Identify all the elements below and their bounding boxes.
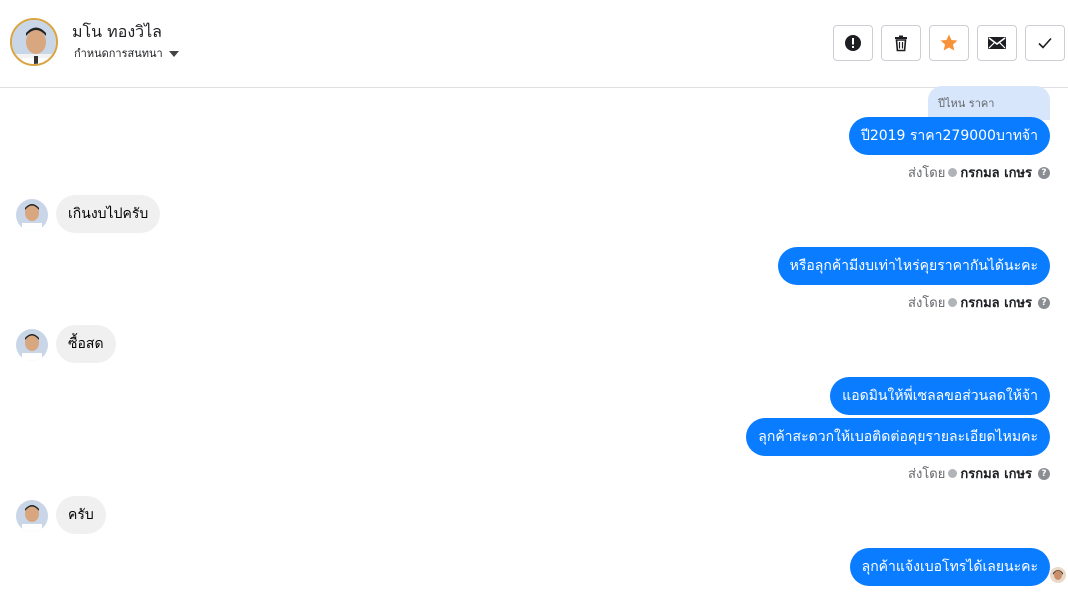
sent-by-agent: กรกมล เกษร: [960, 296, 1032, 311]
sent-by-agent: กรกมล เกษร: [960, 467, 1032, 482]
outgoing-message[interactable]: แอดมินให้พี่เซลลขอส่วนลดให้จ้า: [830, 377, 1050, 415]
sent-by-agent: กรกมล เกษร: [960, 166, 1032, 181]
outgoing-message[interactable]: ลุกค้าแจ้งเบอโทรได้เลยนะคะ: [849, 548, 1050, 586]
conversation-settings-label: กำหนดการสนทนา: [74, 47, 163, 60]
conversation-settings-dropdown[interactable]: กำหนดการสนทนา: [74, 44, 179, 62]
seen-by-avatar: [1050, 567, 1066, 583]
delete-button[interactable]: [881, 25, 921, 61]
conversation-header: มโน ทองวิไล กำหนดการสนทนา: [0, 0, 1068, 88]
sent-by-line: ส่งโดย กรกมล เกษร ?: [908, 463, 1050, 484]
sent-status-icon: [948, 298, 958, 307]
help-icon[interactable]: ?: [1038, 166, 1050, 179]
help-icon[interactable]: ?: [1038, 467, 1050, 480]
replied-message-text: ปีไหน ราคา: [938, 97, 995, 110]
mark-unread-button[interactable]: [977, 25, 1017, 61]
caret-down-icon: [168, 50, 179, 57]
contact-avatar-small: [16, 500, 48, 532]
incoming-message[interactable]: เกินงบไปครับ: [56, 195, 161, 233]
star-button[interactable]: [929, 25, 969, 61]
sent-status-icon: [948, 469, 958, 478]
incoming-message[interactable]: ซื้อสด: [56, 325, 116, 363]
contact-avatar-small: [16, 199, 48, 231]
sent-status-icon: [948, 168, 958, 177]
contact-avatar-small: [16, 329, 48, 361]
outgoing-message[interactable]: ปี2019 ราคา279000บาทจ้า: [848, 117, 1050, 155]
incoming-message[interactable]: ครับ: [56, 496, 106, 534]
check-icon: [1038, 37, 1052, 49]
trash-icon: [895, 35, 907, 52]
contact-name: มโน ทองวิไล: [72, 22, 162, 41]
replied-message-preview[interactable]: ปีไหน ราคา: [928, 86, 1050, 120]
sent-by-line: ส่งโดย กรกมล เกษร ?: [908, 162, 1050, 183]
envelope-icon: [988, 37, 1006, 49]
exclamation-icon: [845, 35, 861, 51]
help-icon[interactable]: ?: [1038, 296, 1050, 309]
contact-avatar[interactable]: [10, 18, 58, 66]
sent-by-label: ส่งโดย: [908, 467, 946, 482]
sent-by-line: ส่งโดย กรกมล เกษร ?: [908, 292, 1050, 313]
outgoing-message[interactable]: หรือลุกค้ามีงบเท่าไหร่คุยราคากันได้นะคะ: [777, 247, 1050, 285]
sent-by-label: ส่งโดย: [908, 296, 946, 311]
sent-by-label: ส่งโดย: [908, 166, 946, 181]
star-icon: [940, 34, 958, 51]
outgoing-message[interactable]: ลุกค้าสะดวกให้เบอติดต่อคุยรายละเอียดไหมค…: [746, 418, 1050, 456]
mark-spam-button[interactable]: [833, 25, 873, 61]
mark-done-button[interactable]: [1025, 25, 1065, 61]
header-actions: [833, 25, 1065, 61]
